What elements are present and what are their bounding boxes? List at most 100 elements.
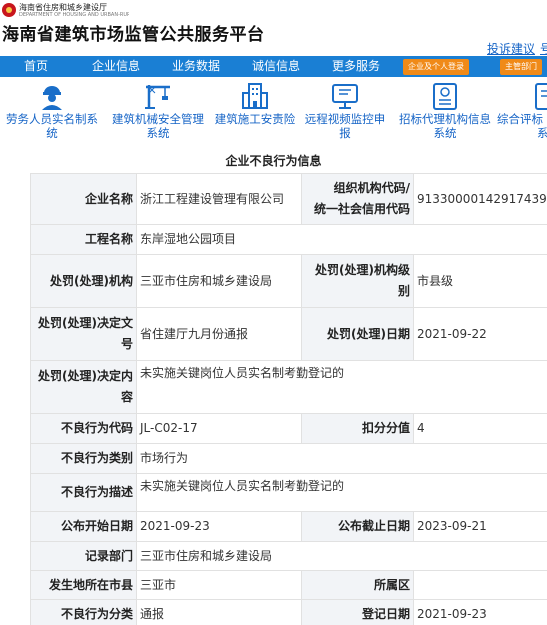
penalty-level-value: 市县级 <box>413 254 547 308</box>
nav-home[interactable]: 首页 <box>24 56 48 77</box>
penalty-level-label: 处罚(处理)机构级 别 <box>301 254 414 308</box>
project-name-label: 工程名称 <box>30 224 137 255</box>
table-row: 不良行为类别 市场行为 <box>30 443 547 474</box>
site-title: 海南省建筑市场监管公共服务平台 <box>2 25 265 45</box>
menu-machinery-safety[interactable]: 建筑机械安全管理 系统 <box>106 77 210 143</box>
bad-type-label: 不良行为类别 <box>30 443 137 474</box>
org-code-label: 组织机构代码/ 统一社会信用代码 <box>301 173 414 225</box>
penalty-level-label-line2: 别 <box>397 284 410 298</box>
table-row: 公布开始日期 2021-09-23 公布截止日期 2023-09-21 <box>30 511 547 542</box>
menu-video-monitoring[interactable]: 远程视频监控申 报 <box>293 77 397 143</box>
decision-content-label: 处罚(处理)决定内 容 <box>30 360 137 414</box>
penalty-date-value: 2021-09-22 <box>413 307 547 361</box>
document-icon <box>433 83 457 110</box>
project-name-value: 东岸湿地公园项目 <box>136 224 547 255</box>
decision-doc-value: 省住建厅九月份通报 <box>136 307 302 361</box>
decision-doc-label-line2: 号 <box>120 337 133 351</box>
table-row: 处罚(处理)决定内 容 未实施关键岗位人员实名制考勤登记的 <box>30 360 547 414</box>
menu-label: 统 <box>46 126 58 140</box>
penalty-date-label: 处罚(处理)日期 <box>301 307 414 361</box>
reg-date-value: 2021-09-23 <box>413 599 547 625</box>
company-name-value: 浙江工程建设管理有限公司 <box>136 173 302 225</box>
menu-tender-agency[interactable]: 招标代理机构信息 系统 <box>393 77 497 143</box>
publish-end-value: 2023-09-21 <box>413 511 547 542</box>
table-row: 发生地所在市县 三亚市 所属区 <box>30 570 547 600</box>
company-name-label: 企业名称 <box>30 173 137 225</box>
menu-evaluation[interactable]: 综合评标 系 <box>497 77 547 143</box>
menu-label: 报 <box>339 126 351 140</box>
publish-start-label: 公布开始日期 <box>30 511 137 542</box>
table-row: 处罚(处理)机构 三亚市住房和城乡建设局 处罚(处理)机构级 别 市县级 <box>30 254 547 308</box>
more-link[interactable]: 号 <box>540 40 547 57</box>
org-code-label-line2: 统一社会信用代码 <box>313 202 410 216</box>
menu-label: 系统 <box>146 126 170 140</box>
department-login-button[interactable]: 主管部门 <box>500 59 542 75</box>
bad-type-value: 市场行为 <box>136 443 547 474</box>
crane-icon <box>145 85 170 109</box>
menu-label: 建筑施工安责险 <box>214 112 296 126</box>
bad-desc-label: 不良行为描述 <box>30 473 137 512</box>
table-row: 企业名称 浙江工程建设管理有限公司 组织机构代码/ 统一社会信用代码 91330… <box>30 173 547 225</box>
menu-label: 综合评标 <box>497 112 543 126</box>
emblem-icon <box>2 3 16 17</box>
menu-label: 建筑机械安全管理 <box>112 112 204 126</box>
location-city-label: 发生地所在市县 <box>30 570 137 600</box>
complaint-link[interactable]: 投诉建议 <box>487 40 535 57</box>
table-row: 不良行为描述 未实施关键岗位人员实名制考勤登记的 <box>30 473 547 512</box>
record-dept-label: 记录部门 <box>30 541 137 571</box>
logo-text: 海南省住房和城乡建设厅 <box>19 2 107 12</box>
evaluation-icon <box>535 83 547 110</box>
bad-class-label: 不良行为分类 <box>30 599 137 625</box>
menu-label: 系统 <box>433 126 457 140</box>
decision-content-value: 未实施关键岗位人员实名制考勤登记的 <box>136 360 547 414</box>
table-row: 工程名称 东岸湿地公园项目 <box>30 224 547 255</box>
table-row: 不良行为代码 JL-C02-17 扣分分值 4 <box>30 413 547 444</box>
menu-labor-realname[interactable]: 劳务人员实名制系 统 <box>0 77 104 143</box>
org-code-value: 91330000142917439B <box>413 173 547 225</box>
main-nav: 首页 企业信息 业务数据 诚信信息 更多服务 企业及个人登录 主管部门 <box>0 56 547 77</box>
penalty-org-label: 处罚(处理)机构 <box>30 254 137 308</box>
publish-end-label: 公布截止日期 <box>301 511 414 542</box>
decision-doc-label-line1: 处罚(处理)决定文 <box>38 316 133 330</box>
page-header: 海南省住房和城乡建设厅 DEPARTMENT OF HOUSING AND UR… <box>0 0 547 56</box>
section-title: 企业不良行为信息 <box>225 154 322 168</box>
menu-label: 系 <box>537 126 547 140</box>
publish-start-value: 2021-09-23 <box>136 511 302 542</box>
record-dept-value: 三亚市住房和城乡建设局 <box>136 541 547 571</box>
menu-label: 远程视频监控申 <box>304 112 386 126</box>
bad-behavior-table: 企业名称 浙江工程建设管理有限公司 组织机构代码/ 统一社会信用代码 91330… <box>30 173 547 625</box>
penalty-level-label-line1: 处罚(处理)机构级 <box>315 263 410 277</box>
bad-class-value: 通报 <box>136 599 302 625</box>
district-label: 所属区 <box>301 570 414 600</box>
decision-content-label-line1: 处罚(处理)决定内 <box>38 369 133 383</box>
nav-business-data[interactable]: 业务数据 <box>172 56 220 77</box>
menu-construction-insurance[interactable]: 建筑施工安责险 <box>203 77 307 143</box>
department-logo[interactable]: 海南省住房和城乡建设厅 DEPARTMENT OF HOUSING AND UR… <box>2 2 129 18</box>
district-value <box>413 570 547 600</box>
reg-date-label: 登记日期 <box>301 599 414 625</box>
penalty-org-value: 三亚市住房和城乡建设局 <box>136 254 302 308</box>
location-city-value: 三亚市 <box>136 570 302 600</box>
monitor-icon <box>332 84 358 109</box>
menu-label: 招标代理机构信息 <box>399 112 491 126</box>
enterprise-login-button[interactable]: 企业及个人登录 <box>403 59 469 75</box>
worker-icon <box>42 86 62 110</box>
decision-doc-label: 处罚(处理)决定文 号 <box>30 307 137 361</box>
nav-enterprise-info[interactable]: 企业信息 <box>92 56 140 77</box>
bad-desc-value: 未实施关键岗位人员实名制考勤登记的 <box>136 473 547 512</box>
bad-code-label: 不良行为代码 <box>30 413 137 444</box>
table-row: 记录部门 三亚市住房和城乡建设局 <box>30 541 547 571</box>
logo-subtext: DEPARTMENT OF HOUSING AND URBAN-RURAL DE… <box>19 11 129 18</box>
score-value: 4 <box>413 413 547 444</box>
nav-more-services[interactable]: 更多服务 <box>332 56 380 77</box>
building-shield-icon <box>242 83 268 109</box>
service-menu: 劳务人员实名制系 统 建筑机械安全管理 系统 建筑施工安责险 远程视频监控申 报… <box>0 77 547 143</box>
score-label: 扣分分值 <box>301 413 414 444</box>
menu-label: 劳务人员实名制系 <box>6 112 98 126</box>
bad-code-value: JL-C02-17 <box>136 413 302 444</box>
table-row: 处罚(处理)决定文 号 省住建厅九月份通报 处罚(处理)日期 2021-09-2… <box>30 307 547 361</box>
nav-credit-info[interactable]: 诚信信息 <box>252 56 300 77</box>
decision-content-label-line2: 容 <box>120 390 133 404</box>
org-code-label-line1: 组织机构代码/ <box>333 181 410 195</box>
table-row: 不良行为分类 通报 登记日期 2021-09-23 <box>30 599 547 625</box>
